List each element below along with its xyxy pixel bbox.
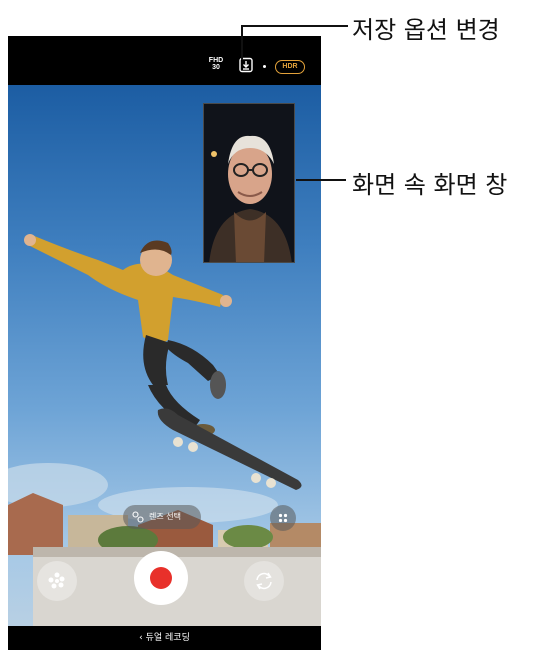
pip-window-callout: 화면 속 화면 창: [352, 171, 508, 199]
lens-circles-icon: [132, 511, 144, 523]
lens-select-label: 렌즈 선택: [149, 512, 181, 521]
back-chevron-icon[interactable]: ‹: [139, 633, 143, 643]
save-options-callout: 저장 옵션 변경: [352, 16, 500, 44]
picture-in-picture-window[interactable]: [203, 103, 295, 263]
fps-label: 30: [212, 64, 220, 71]
mode-bar: ‹ 듀얼 레코딩: [8, 626, 321, 650]
grid-dots-icon: [278, 513, 288, 523]
camera-switch-icon: [256, 572, 272, 590]
mode-label[interactable]: 듀얼 레코딩: [146, 633, 190, 643]
pip-selfie-image: [204, 104, 294, 262]
resolution-fps-button[interactable]: FHD 30: [207, 57, 225, 71]
lens-select-button[interactable]: 렌즈 선택: [123, 505, 201, 529]
camera-screen: FHD 30 HDR 렌즈 선택 ‹ 듀얼 레코딩: [8, 36, 321, 650]
effects-button[interactable]: [37, 561, 77, 601]
sparkle-effect-icon: [48, 572, 65, 589]
camera-viewfinder[interactable]: 렌즈 선택: [8, 85, 321, 626]
save-options-callout-line: [241, 25, 348, 60]
pip-callout-line: [296, 179, 346, 181]
separator-dot: [263, 65, 266, 68]
record-dot-icon: [150, 567, 172, 589]
hdr-button[interactable]: HDR: [275, 60, 305, 74]
record-button[interactable]: [134, 551, 188, 605]
layout-options-button[interactable]: [270, 505, 296, 531]
resolution-label: FHD: [208, 57, 224, 64]
switch-camera-button[interactable]: [244, 561, 284, 601]
